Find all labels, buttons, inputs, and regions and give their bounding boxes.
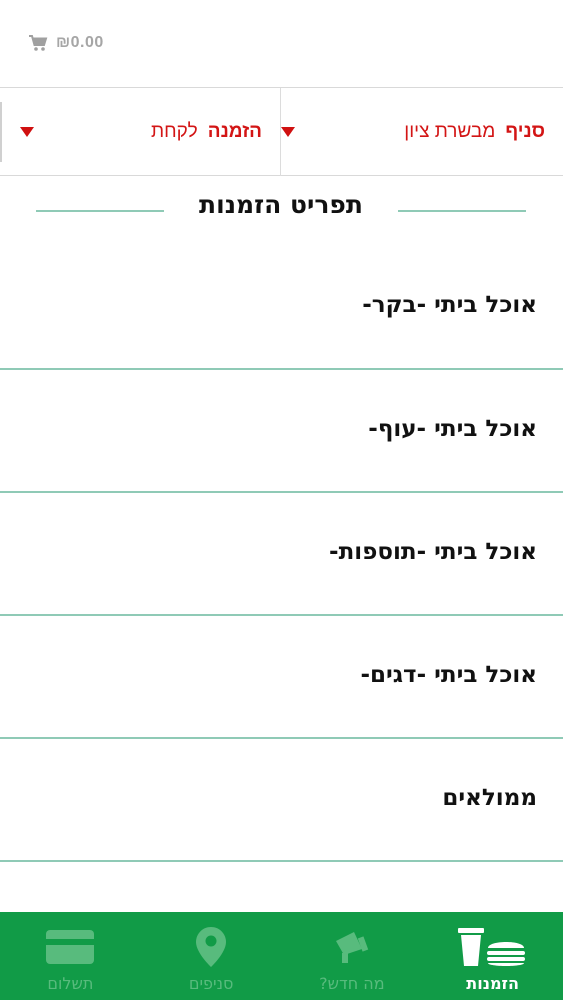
order-type-label: הזמנה [207, 121, 262, 142]
cart-amount: ₪0.00 [56, 34, 104, 51]
branch-value: מבשרת ציון [404, 121, 496, 142]
tab-orders[interactable]: הזמנות [422, 912, 563, 1000]
category-label: אוכל ביתי -דגים- [360, 662, 537, 688]
title-divider-right [398, 210, 526, 212]
chevron-down-icon[interactable] [20, 127, 34, 137]
chevron-down-icon[interactable] [281, 127, 295, 137]
cart-icon[interactable] [28, 34, 48, 52]
tab-whats-new[interactable]: מה חדש? [282, 912, 423, 1000]
cart-summary[interactable]: ₪0.00 [28, 34, 104, 52]
order-type-selector[interactable]: הזמנה לקחת [3, 88, 281, 176]
list-item[interactable]: ממולאים [0, 739, 563, 862]
category-label: אוכל ביתי -עוף- [368, 416, 537, 442]
bottom-nav: תשלום סניפים מה חדש? הזמנות [0, 912, 563, 1000]
menu-title-row: תפריט הזמנות [0, 176, 563, 246]
top-bar: ₪0.00 [0, 0, 563, 88]
tab-branches[interactable]: סניפים [141, 912, 282, 1000]
category-label: אוכל ביתי -תוספות- [329, 539, 537, 565]
category-list: אוכל ביתי -בקר- אוכל ביתי -עוף- אוכל בית… [0, 246, 563, 862]
cup-burger-icon [457, 928, 525, 966]
order-type-value: לקחת [151, 121, 198, 142]
branch-selector[interactable]: סניף מבשרת ציון [281, 88, 545, 176]
tab-payment[interactable]: תשלום [0, 912, 141, 1000]
divider [0, 102, 2, 162]
megaphone-icon [335, 932, 369, 963]
title-divider-left [36, 210, 164, 212]
tab-label: מה חדש? [319, 974, 385, 993]
tab-label: הזמנות [466, 974, 519, 993]
page-title: תפריט הזמנות [199, 190, 363, 219]
credit-card-icon [46, 930, 95, 964]
list-item[interactable]: אוכל ביתי -עוף- [0, 370, 563, 493]
location-pin-icon [196, 927, 227, 967]
filters-bar: סניף מבשרת ציון הזמנה לקחת [0, 88, 563, 176]
tab-label: סניפים [188, 974, 234, 993]
branch-label: סניף [505, 121, 545, 142]
list-item[interactable]: אוכל ביתי -בקר- [0, 246, 563, 370]
list-item[interactable]: אוכל ביתי -דגים- [0, 616, 563, 739]
category-label: אוכל ביתי -בקר- [362, 292, 537, 318]
list-item[interactable]: אוכל ביתי -תוספות- [0, 493, 563, 616]
category-label: ממולאים [442, 785, 537, 811]
tab-label: תשלום [47, 974, 94, 993]
